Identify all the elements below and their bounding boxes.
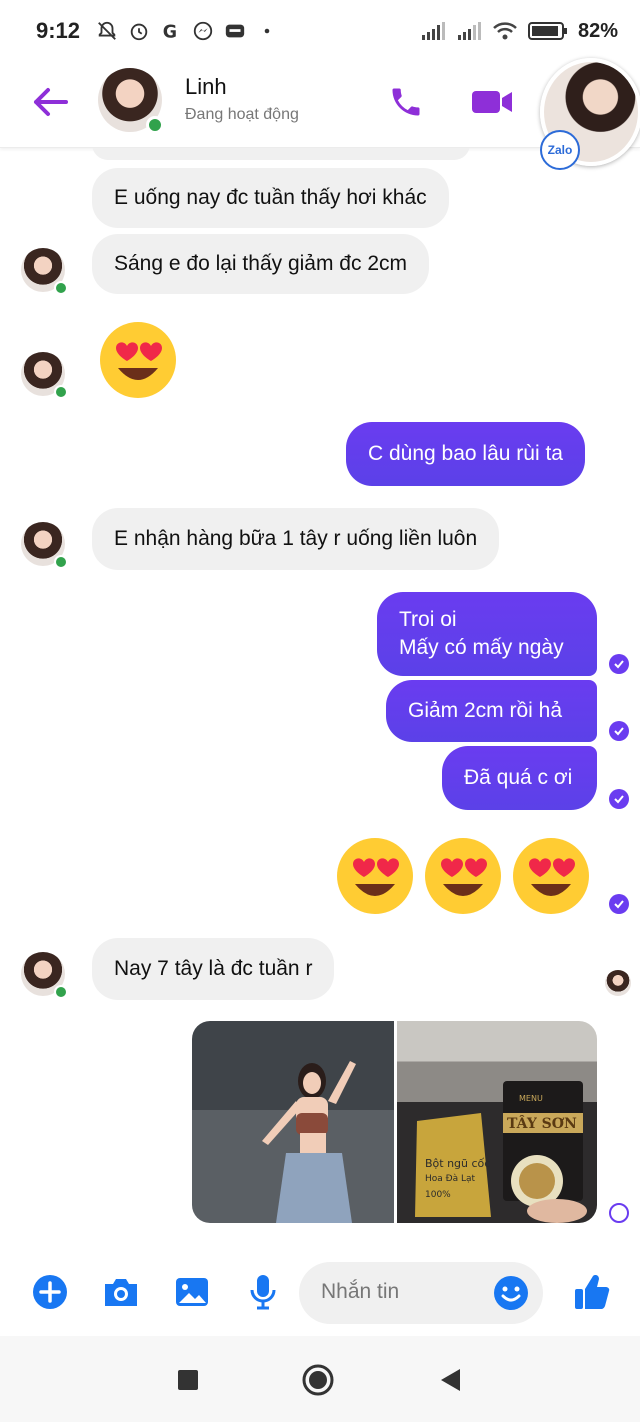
phone-icon — [392, 88, 420, 116]
video-call-button[interactable] — [466, 80, 518, 124]
plus-circle-icon — [33, 1275, 67, 1309]
photo-attachment[interactable]: MENU TÂY SƠN Bột ngũ cốc Hoa Đà Lạt 100% — [397, 1021, 597, 1223]
image-icon — [176, 1278, 208, 1306]
online-indicator — [54, 555, 68, 569]
more-actions-button[interactable] — [30, 1272, 70, 1312]
google-icon: G — [163, 22, 177, 42]
seen-check-icon — [609, 721, 629, 741]
message-text: Sáng e đo lại thấy giảm đc 2cm — [114, 252, 407, 275]
voice-call-button[interactable] — [384, 80, 428, 124]
thumbs-up-icon — [575, 1275, 610, 1309]
home-circle-icon — [302, 1364, 334, 1396]
microphone-icon — [250, 1275, 276, 1310]
battery-icon — [527, 22, 567, 40]
signal-icon — [421, 22, 445, 40]
message-bubble-outgoing[interactable]: Đã quá c ơi — [442, 746, 597, 810]
heart-eyes-emoji-icon[interactable] — [509, 834, 593, 918]
photo-text-pack-1: Bột ngũ cốc — [425, 1157, 490, 1170]
online-indicator — [54, 385, 68, 399]
video-camera-icon — [472, 91, 512, 113]
status-time: 9:12 — [36, 18, 81, 43]
online-indicator — [146, 116, 164, 134]
status-notification-icons: G — [96, 20, 278, 42]
contact-avatar-small[interactable] — [21, 522, 68, 569]
contact-avatar-small[interactable] — [21, 952, 68, 999]
online-indicator — [54, 281, 68, 295]
alarm-icon — [130, 23, 148, 41]
emoji-button-icon[interactable] — [493, 1275, 529, 1311]
like-button[interactable] — [572, 1272, 612, 1312]
triangle-back-icon — [441, 1369, 460, 1391]
status-bar: 9:12 G 82% — [0, 0, 640, 62]
message-bubble-incoming[interactable]: Nay 7 tây là đc tuần r — [92, 938, 335, 1000]
square-icon — [178, 1370, 198, 1390]
recents-button[interactable] — [172, 1364, 204, 1396]
message-text: E uống nay đc tuần thấy hơi khác — [114, 186, 427, 209]
voice-message-button[interactable] — [243, 1272, 283, 1312]
heart-eyes-emoji-icon[interactable] — [421, 834, 505, 918]
sent-status-icon — [609, 1203, 629, 1223]
message-composer: Nhắn tin — [0, 1252, 640, 1334]
message-text: E nhận hàng bữa 1 tây r uống liền luôn — [114, 527, 478, 550]
message-text-line: Mấy có mấy ngày — [399, 636, 564, 659]
wifi-icon — [493, 22, 517, 40]
system-navigation-bar — [0, 1336, 640, 1422]
message-text: Đã quá c ơi — [464, 766, 573, 789]
contact-name[interactable]: Linh — [185, 74, 227, 100]
seen-check-icon — [609, 894, 629, 914]
contact-avatar-small[interactable] — [21, 248, 68, 295]
message-bubble-outgoing[interactable]: Troi oi Mấy có mấy ngày — [377, 592, 597, 676]
message-bubble-incoming[interactable]: Sáng e đo lại thấy giảm đc 2cm — [92, 234, 429, 294]
message-text: Nay 7 tây là đc tuần r — [114, 957, 313, 980]
back-nav-button[interactable] — [434, 1364, 466, 1396]
back-button[interactable] — [28, 80, 72, 124]
contact-status: Đang hoạt động — [185, 106, 299, 123]
zalo-status-icon — [225, 24, 245, 38]
contact-avatar-small[interactable] — [21, 352, 68, 399]
heart-eyes-emoji-icon[interactable] — [333, 834, 417, 918]
photo-text-pack-2: Hoa Đà Lạt — [425, 1174, 476, 1184]
photo-text-pack-3: 100% — [425, 1190, 451, 1200]
dot-icon — [264, 28, 270, 34]
message-text: C dùng bao lâu rùi ta — [368, 442, 563, 465]
message-input[interactable]: Nhắn tin — [299, 1262, 543, 1324]
message-list[interactable]: E uống nay đc tuần thấy hơi khác Sáng e … — [0, 148, 640, 1238]
message-text-line: Troi oi — [399, 608, 457, 631]
message-bubble-incoming[interactable]: E uống nay đc tuần thấy hơi khác — [92, 168, 449, 228]
bell-off-icon — [98, 21, 116, 40]
battery-percent: 82% — [577, 19, 618, 42]
photo-girl-image — [262, 1061, 356, 1223]
seen-check-icon — [609, 654, 629, 674]
camera-button[interactable] — [101, 1272, 141, 1312]
signal-2-icon — [457, 22, 481, 40]
camera-icon — [105, 1279, 137, 1306]
gallery-button[interactable] — [172, 1272, 212, 1312]
message-bubble-incoming[interactable]: E nhận hàng bữa 1 tây r uống liền luôn — [92, 508, 500, 570]
message-input-placeholder: Nhắn tin — [321, 1280, 400, 1303]
messenger-icon — [193, 21, 213, 41]
contact-avatar[interactable] — [98, 68, 164, 134]
photo-product-image: MENU TÂY SƠN Bột ngũ cốc Hoa Đà Lạt 100% — [415, 1081, 587, 1223]
seen-check-icon — [609, 789, 629, 809]
message-text: Giảm 2cm rồi hả — [408, 699, 563, 722]
status-system-icons: 82% — [420, 20, 618, 43]
photo-text-brand: TÂY SƠN — [507, 1114, 577, 1132]
read-receipt-avatar — [605, 970, 631, 996]
photo-attachment[interactable] — [192, 1021, 394, 1223]
online-indicator — [54, 985, 68, 999]
photo-text-menu: MENU — [519, 1094, 543, 1103]
message-bubble-outgoing[interactable]: C dùng bao lâu rùi ta — [346, 422, 585, 486]
message-bubble-partial[interactable] — [92, 148, 470, 160]
svg-text:G: G — [163, 22, 177, 42]
home-button[interactable] — [302, 1364, 334, 1396]
arrow-left-icon — [34, 88, 68, 116]
message-bubble-outgoing[interactable]: Giảm 2cm rồi hả — [386, 680, 597, 742]
heart-eyes-emoji-icon[interactable] — [96, 318, 180, 402]
